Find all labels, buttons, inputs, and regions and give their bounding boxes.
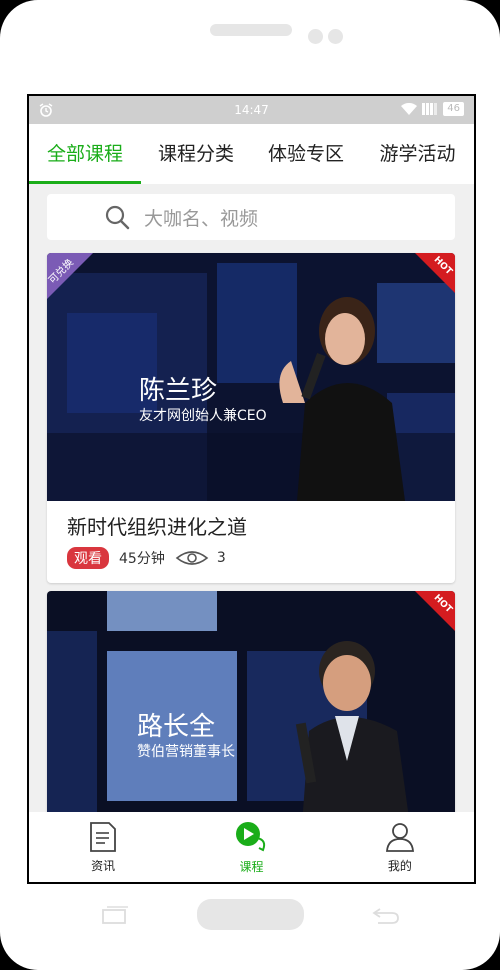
speaker-name: 陈兰珍: [139, 376, 218, 406]
course-duration: 45分钟: [119, 551, 165, 567]
home-button[interactable]: [197, 899, 304, 930]
front-sensor-dot: [328, 29, 343, 44]
play-chat-icon: [236, 821, 266, 851]
search-icon: [105, 205, 130, 230]
signal-icon: [422, 103, 438, 115]
earpiece-speaker: [210, 24, 292, 36]
nav-news[interactable]: 资讯: [29, 812, 177, 882]
speaker-photo: [47, 253, 455, 501]
status-icons: 46: [401, 102, 464, 116]
search-box[interactable]: 大咖名、视频: [47, 194, 455, 240]
tab-course-categories[interactable]: 课程分类: [141, 124, 251, 184]
user-icon: [385, 822, 414, 852]
nav-mine[interactable]: 我的: [326, 812, 474, 882]
nav-mine-label: 我的: [387, 858, 412, 873]
category-tabs: 全部课程 课程分类 体验专区 游学活动: [29, 124, 474, 184]
wifi-icon: [401, 103, 418, 115]
course-title[interactable]: 新时代组织进化之道: [67, 511, 247, 540]
tab-all-courses[interactable]: 全部课程: [29, 124, 141, 184]
speaker-name: 路长全: [137, 712, 216, 742]
search-placeholder: 大咖名、视频: [144, 207, 259, 230]
phone-frame: 14:47 46 全部课程 课程分类 体验专区 游学活动 大咖名、视频 可兑换 …: [0, 0, 500, 970]
nav-courses[interactable]: 课程: [177, 812, 325, 882]
eye-icon: [175, 551, 209, 565]
tab-study-tour[interactable]: 游学活动: [361, 124, 474, 184]
course-thumbnail[interactable]: 可兑换 HOT 陈兰珍 友才网创始人兼CEO: [47, 253, 455, 501]
battery-level: 46: [443, 102, 464, 116]
status-bar: 14:47 46: [29, 96, 474, 124]
back-arrow-icon[interactable]: [372, 906, 400, 924]
news-icon: [90, 821, 117, 852]
nav-courses-label: 课程: [239, 859, 264, 874]
recent-apps-icon[interactable]: [101, 906, 129, 924]
front-camera-dot: [308, 29, 323, 44]
course-meta: 观看 45分钟 3: [67, 547, 226, 569]
course-card[interactable]: 可兑换 HOT 陈兰珍 友才网创始人兼CEO 新时代组织进化之道 观看 45分钟…: [47, 253, 455, 583]
watch-badge: 观看: [67, 547, 109, 569]
speaker-title: 赞伯营销董事长: [137, 744, 235, 760]
bottom-navigation: 资讯 课程 我的: [29, 812, 474, 882]
speaker-title: 友才网创始人兼CEO: [139, 408, 267, 424]
app-screen: 14:47 46 全部课程 课程分类 体验专区 游学活动 大咖名、视频 可兑换 …: [27, 94, 476, 884]
nav-news-label: 资讯: [91, 858, 116, 873]
view-count: 3: [216, 550, 226, 566]
tab-experience-zone[interactable]: 体验专区: [251, 124, 361, 184]
